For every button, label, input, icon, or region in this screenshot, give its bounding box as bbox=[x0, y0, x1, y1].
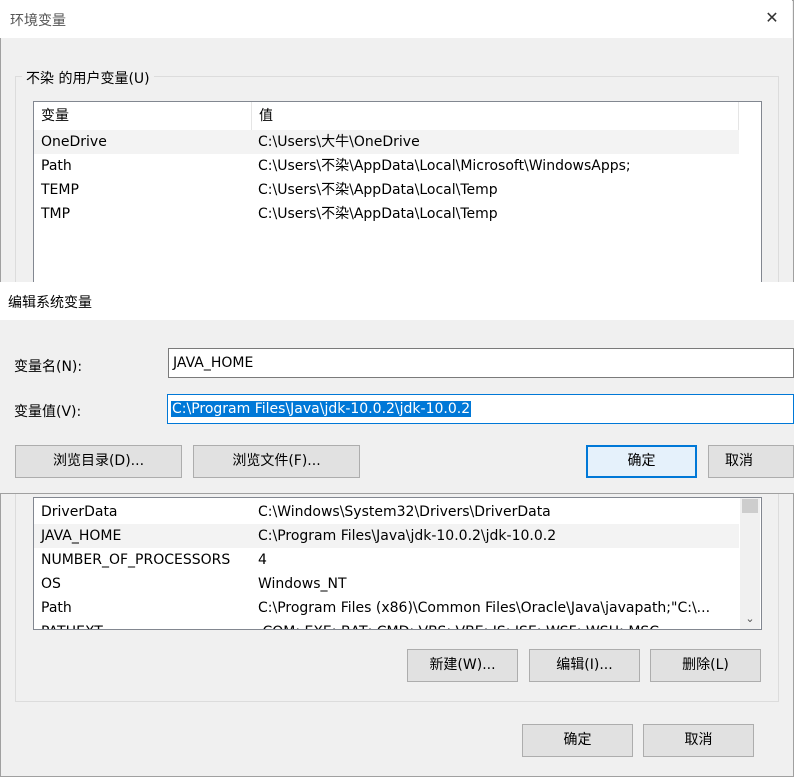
table-row[interactable]: Path C:\Users\不染\AppData\Local\Microsoft… bbox=[34, 154, 739, 178]
env-vars-titlebar bbox=[0, 0, 792, 38]
system-vars-list[interactable]: DriverData C:\Windows\System32\Drivers\D… bbox=[33, 497, 762, 630]
var-name-input[interactable]: JAVA_HOME bbox=[168, 348, 794, 378]
var-name: TEMP bbox=[41, 182, 79, 198]
env-ok-button[interactable]: 确定 bbox=[522, 724, 633, 757]
table-row[interactable]: NUMBER_OF_PROCESSORS 4 bbox=[34, 548, 739, 572]
chevron-down-icon[interactable]: ⌄ bbox=[740, 610, 760, 628]
table-row[interactable]: OneDrive C:\Users\大牛\OneDrive bbox=[34, 130, 739, 154]
var-value: C:\Users\大牛\OneDrive bbox=[258, 134, 420, 150]
var-value: 4 bbox=[258, 552, 267, 568]
env-vars-title: 环境变量 bbox=[10, 13, 66, 29]
edit-button[interactable]: 编辑(I)... bbox=[529, 649, 640, 682]
var-name: PATHEXT bbox=[41, 620, 103, 629]
browse-directory-button[interactable]: 浏览目录(D)... bbox=[15, 445, 182, 478]
var-value: C:\Users\不染\AppData\Local\Temp bbox=[258, 182, 498, 198]
var-value-selected-text: C:\Program Files\Java\jdk-10.0.2\jdk-10.… bbox=[171, 401, 472, 417]
var-value-label: 变量值(V): bbox=[14, 404, 82, 420]
var-name: DriverData bbox=[41, 504, 118, 520]
browse-file-button[interactable]: 浏览文件(F)... bbox=[193, 445, 360, 478]
edit-cancel-button[interactable]: 取消 bbox=[708, 445, 794, 478]
var-name: OS bbox=[41, 576, 61, 592]
var-value: C:\Users\不染\AppData\Local\Microsoft\Wind… bbox=[258, 158, 631, 174]
new-button[interactable]: 新建(W)... bbox=[407, 649, 518, 682]
close-icon[interactable]: ✕ bbox=[760, 6, 784, 30]
var-name: NUMBER_OF_PROCESSORS bbox=[41, 552, 231, 568]
var-value-input[interactable]: C:\Program Files\Java\jdk-10.0.2\jdk-10.… bbox=[167, 394, 794, 424]
user-vars-list[interactable]: 变量 值 OneDrive C:\Users\大牛\OneDrive Path … bbox=[33, 101, 762, 296]
var-value: C:\Program Files\Java\jdk-10.0.2\jdk-10.… bbox=[258, 528, 557, 544]
scrollbar-thumb[interactable] bbox=[742, 499, 758, 513]
column-header-value[interactable]: 值 bbox=[252, 102, 739, 130]
edit-ok-button[interactable]: 确定 bbox=[586, 445, 697, 478]
table-row[interactable]: JAVA_HOME C:\Program Files\Java\jdk-10.0… bbox=[34, 524, 739, 548]
table-row[interactable]: DriverData C:\Windows\System32\Drivers\D… bbox=[34, 500, 739, 524]
var-name: Path bbox=[41, 158, 72, 174]
user-vars-group-label: 不染 的用户变量(U) bbox=[22, 68, 154, 88]
table-row[interactable]: TMP C:\Users\不染\AppData\Local\Temp bbox=[34, 202, 739, 226]
var-value: C:\Users\不染\AppData\Local\Temp bbox=[258, 206, 498, 222]
var-name: JAVA_HOME bbox=[41, 528, 122, 544]
edit-dialog-titlebar bbox=[0, 282, 794, 320]
env-cancel-button[interactable]: 取消 bbox=[643, 724, 754, 757]
edit-dialog-title: 编辑系统变量 bbox=[8, 295, 92, 311]
var-value: C:\Program Files (x86)\Common Files\Orac… bbox=[258, 600, 711, 616]
column-header-variable[interactable]: 变量 bbox=[34, 102, 252, 130]
table-row[interactable]: TEMP C:\Users\不染\AppData\Local\Temp bbox=[34, 178, 739, 202]
var-name: OneDrive bbox=[41, 134, 107, 150]
table-row[interactable]: Path C:\Program Files (x86)\Common Files… bbox=[34, 596, 739, 620]
var-name-label: 变量名(N): bbox=[14, 359, 83, 375]
var-value: C:\Windows\System32\Drivers\DriverData bbox=[258, 504, 551, 520]
table-row[interactable]: OS Windows_NT bbox=[34, 572, 739, 596]
var-name: Path bbox=[41, 600, 72, 616]
table-row[interactable]: PATHEXT .COM;.EXE;.BAT;.CMD;.VBS;.VBE;.J… bbox=[34, 620, 739, 629]
var-value: .COM;.EXE;.BAT;.CMD;.VBS;.VBE;.JS;.JSE;.… bbox=[258, 620, 659, 629]
delete-button[interactable]: 删除(L) bbox=[650, 649, 761, 682]
var-value: Windows_NT bbox=[258, 576, 347, 592]
var-name: TMP bbox=[41, 206, 71, 222]
